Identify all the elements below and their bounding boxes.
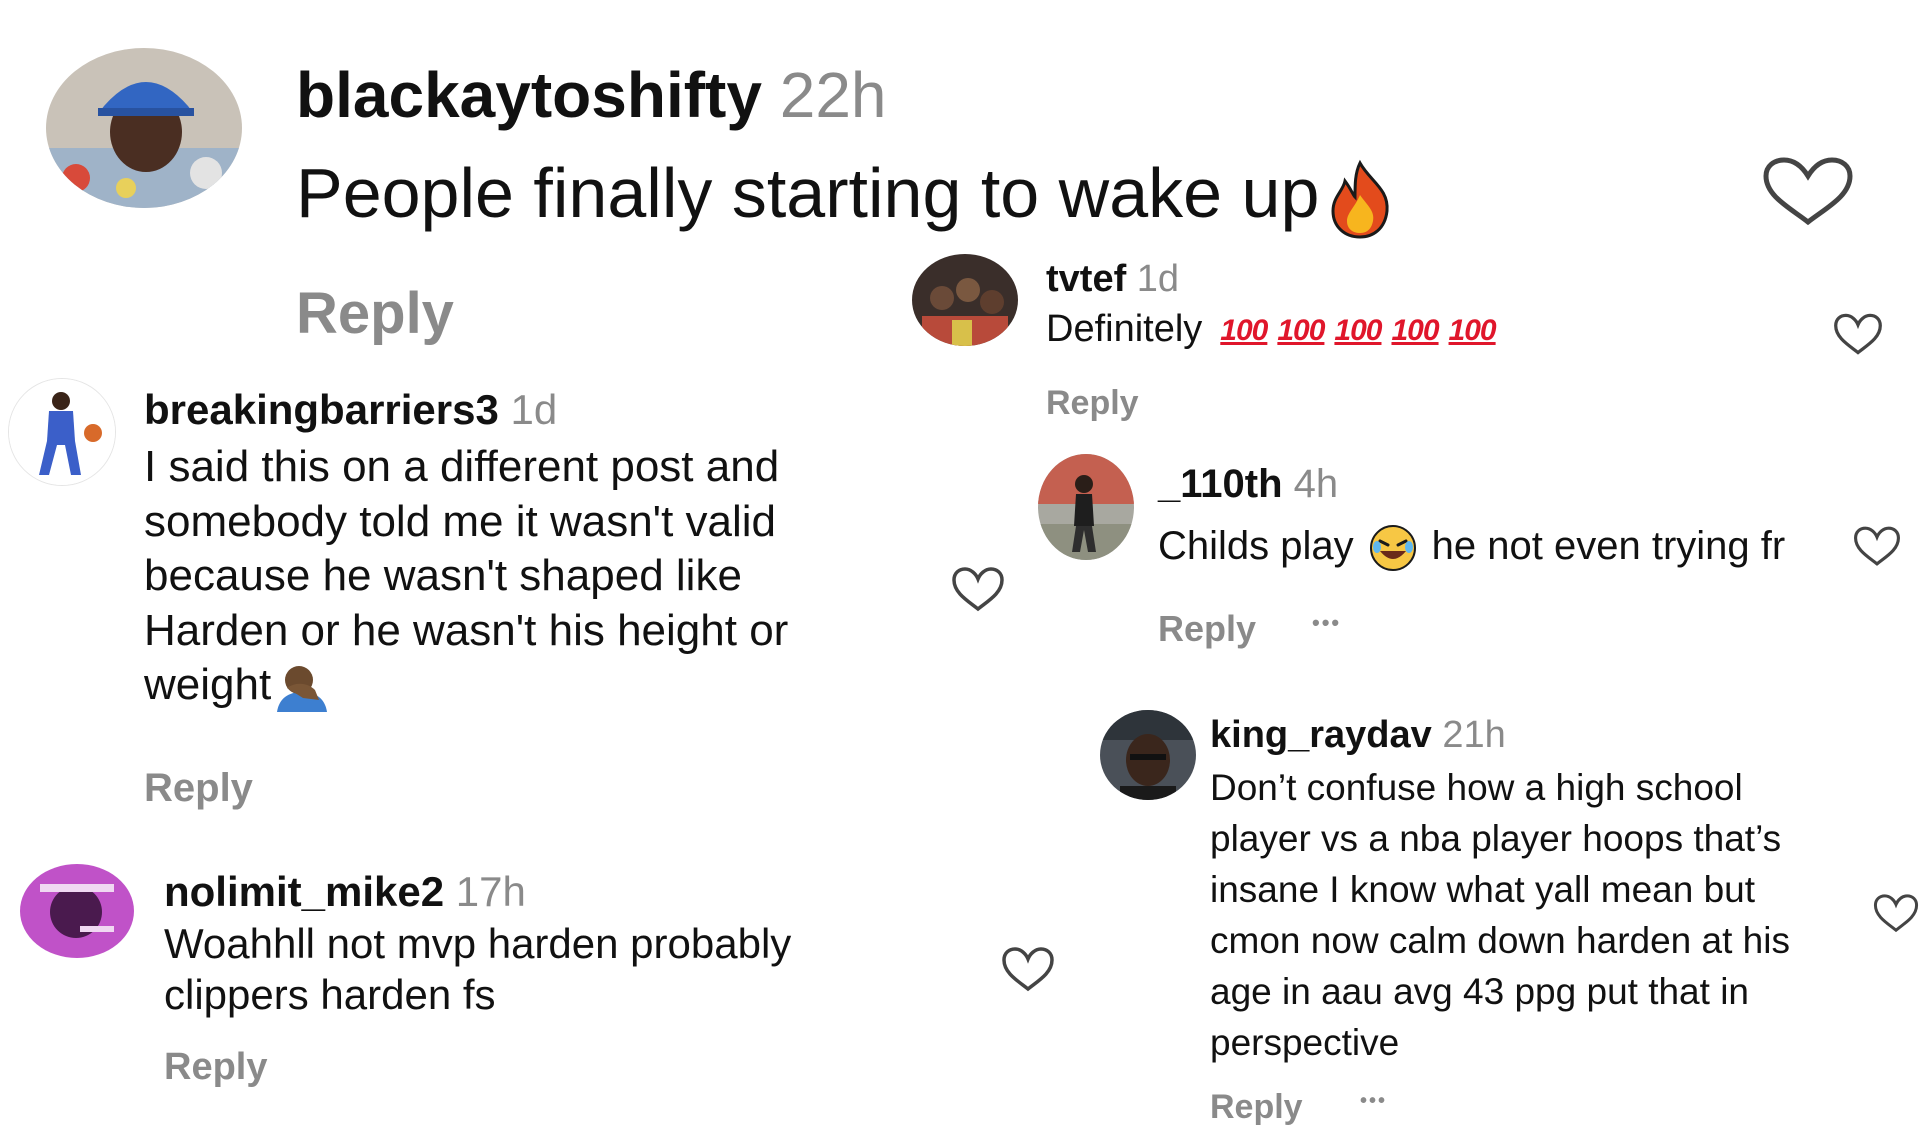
timestamp: 17h bbox=[455, 868, 526, 915]
avatar-image bbox=[1100, 710, 1196, 800]
avatar-image bbox=[20, 864, 134, 958]
username[interactable]: nolimit_mike2 bbox=[164, 868, 444, 915]
like-heart-icon[interactable] bbox=[1872, 892, 1920, 934]
fire-icon bbox=[1325, 159, 1395, 239]
comment-line-last: weight bbox=[144, 658, 788, 713]
avatar[interactable] bbox=[8, 378, 116, 486]
comment-line: age in aau avg 43 ppg put that in bbox=[1210, 971, 1749, 1013]
facepalm-icon bbox=[273, 662, 331, 714]
hundred-points-icon: 100 bbox=[1448, 313, 1497, 347]
comment-text: People finally starting to wake up bbox=[296, 150, 1395, 239]
comment-body-end: he not even trying fr bbox=[1431, 524, 1786, 568]
reply-button[interactable]: Reply bbox=[164, 1046, 267, 1089]
comment-line: weight bbox=[144, 660, 272, 710]
comment-line: perspective bbox=[1210, 1022, 1400, 1064]
comment-text: Woahhll not mvp harden probably clippers… bbox=[164, 918, 791, 1020]
comment-line: I said this on a different post and bbox=[144, 442, 780, 491]
like-heart-icon[interactable] bbox=[1760, 156, 1856, 226]
avatar[interactable] bbox=[1100, 710, 1196, 800]
timestamp: 1d bbox=[510, 386, 558, 433]
avatar-image bbox=[46, 48, 242, 208]
comment-text: Childs play he not even trying fr bbox=[1158, 522, 1785, 573]
comment-nolimit_mike2: nolimit_mike2 17h Woahhll not mvp harden… bbox=[0, 860, 1100, 1120]
comment-line: Harden or he wasn't his height or bbox=[144, 605, 789, 655]
avatar[interactable] bbox=[46, 48, 242, 208]
comment-breakingbarriers3: breakingbarriers3 1d I said this on a di… bbox=[0, 370, 1004, 820]
avatar-image bbox=[1038, 454, 1134, 560]
hundred-points-icon: 100 bbox=[1391, 313, 1439, 347]
hundred-points-icon: 100 bbox=[1277, 313, 1325, 347]
username[interactable]: blackaytoshifty bbox=[296, 59, 762, 131]
comment-line: somebody told me it wasn't valid bbox=[144, 496, 777, 546]
timestamp: 21h bbox=[1442, 714, 1506, 756]
comment-body-start: Childs play bbox=[1158, 524, 1354, 568]
like-heart-icon[interactable] bbox=[950, 566, 1006, 612]
reply-button[interactable]: Reply bbox=[296, 280, 454, 347]
comment-tvtef: tvtef 1d Definitely 100 100 100 100 100 Reply bbox=[900, 250, 1900, 430]
comment-line: because he wasn't shaped like bbox=[144, 551, 742, 601]
comment-line: insane I know what yall mean but bbox=[1210, 869, 1756, 911]
hundred-points-icon: 100 bbox=[1220, 313, 1268, 347]
hundred-points-icon: 100 bbox=[1334, 313, 1382, 347]
more-options-icon[interactable]: ••• bbox=[1312, 610, 1341, 636]
comment-header: blackaytoshifty 22h bbox=[296, 58, 887, 132]
avatar[interactable] bbox=[912, 254, 1018, 346]
more-options-icon[interactable]: ••• bbox=[1360, 1090, 1387, 1113]
comment-header: breakingbarriers3 1d bbox=[144, 386, 557, 434]
timestamp: 1d bbox=[1136, 258, 1180, 300]
comment-line: Don’t confuse how a high school bbox=[1210, 767, 1743, 808]
avatar[interactable] bbox=[1038, 454, 1134, 560]
username[interactable]: king_raydav bbox=[1210, 714, 1432, 756]
timestamp: 22h bbox=[779, 59, 887, 131]
username[interactable]: breakingbarriers3 bbox=[144, 386, 499, 433]
comment-text: Don’t confuse how a high school player v… bbox=[1210, 762, 1790, 1068]
timestamp: 4h bbox=[1293, 462, 1339, 506]
reply-button[interactable]: Reply bbox=[1046, 384, 1139, 423]
reply-button[interactable]: Reply bbox=[1158, 608, 1256, 650]
comment-header: _110th 4h bbox=[1158, 462, 1338, 507]
comment-line: cmon now calm down harden at his bbox=[1210, 920, 1790, 962]
comment-line: player vs a nba player hoops that’s bbox=[1210, 818, 1782, 860]
comment-body: People finally starting to wake up bbox=[296, 154, 1320, 232]
like-heart-icon[interactable] bbox=[1852, 524, 1902, 568]
avatar[interactable] bbox=[20, 864, 134, 958]
comment-header: nolimit_mike2 17h bbox=[164, 868, 526, 916]
like-heart-icon[interactable] bbox=[1000, 946, 1056, 992]
username[interactable]: _110th bbox=[1158, 462, 1283, 506]
like-heart-icon[interactable] bbox=[1832, 312, 1884, 356]
avatar-image bbox=[912, 254, 1018, 346]
comment-_110th: _110th 4h Childs play he not even trying… bbox=[1030, 450, 1920, 670]
comment-body: Definitely bbox=[1046, 308, 1203, 350]
avatar-image bbox=[9, 379, 115, 485]
comment-text: Definitely 100 100 100 100 100 bbox=[1046, 306, 1497, 353]
comment-king_raydav: king_raydav 21h Don’t confuse how a high… bbox=[1090, 706, 1920, 1127]
comment-line: clippers harden fs bbox=[164, 971, 496, 1019]
comment-line: Woahhll not mvp harden probably bbox=[164, 920, 792, 967]
reply-button[interactable]: Reply bbox=[144, 766, 253, 811]
comment-header: king_raydav 21h bbox=[1210, 714, 1506, 757]
laughing-icon bbox=[1368, 523, 1418, 573]
reply-button[interactable]: Reply bbox=[1210, 1088, 1303, 1127]
comment-text: I said this on a different post and some… bbox=[144, 440, 788, 714]
username[interactable]: tvtef bbox=[1046, 258, 1126, 300]
comment-header: tvtef 1d bbox=[1046, 258, 1179, 301]
